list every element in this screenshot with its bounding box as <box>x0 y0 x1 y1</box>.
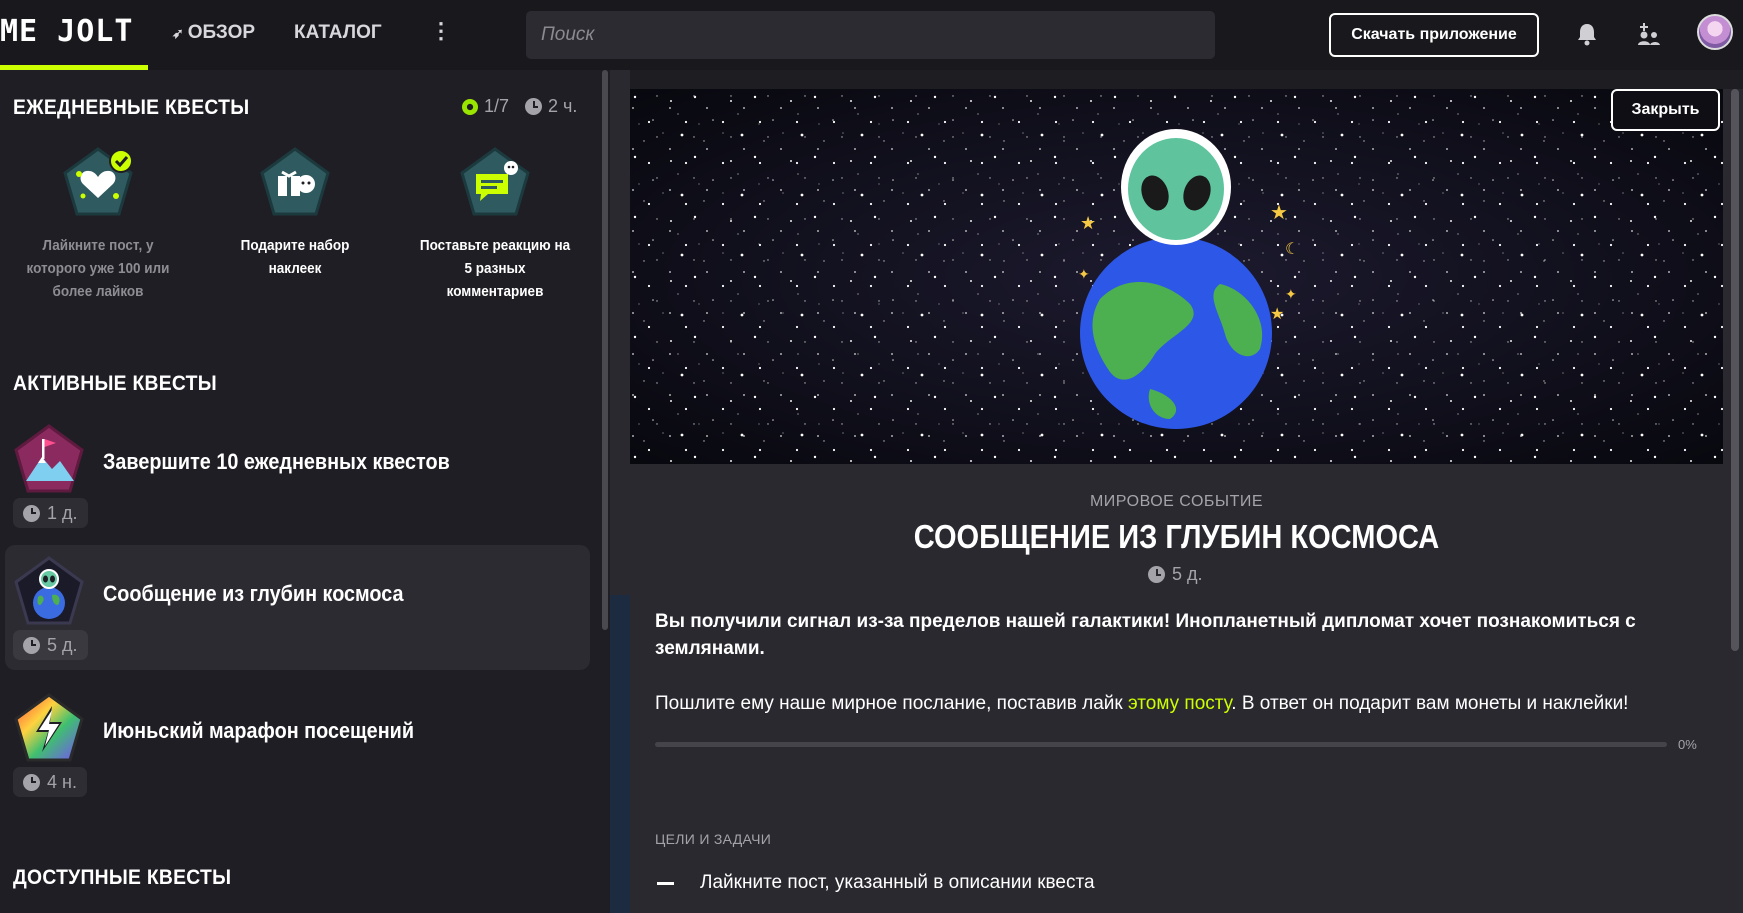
search-input[interactable] <box>526 11 1215 59</box>
daily-quests-heading: ЕЖЕДНЕВНЫЕ КВЕСТЫ <box>13 96 250 119</box>
active-quest-1-time: 1 д. <box>13 498 88 528</box>
goal-status-icon <box>657 882 674 885</box>
active-quest-1[interactable]: Завершите 10 ежедневных квестов 1 д. <box>5 413 590 538</box>
quest-description-text: Пошлите ему наше мирное послание, постав… <box>655 693 1129 714</box>
active-quest-3[interactable]: Июньский марафон посещений 4 н. <box>5 682 590 807</box>
more-menu-icon[interactable]: ⋮ <box>430 20 452 42</box>
lightning-bolt-icon <box>12 692 86 766</box>
daily-quest-1-text: Лайкните пост, у которого уже 100 или бо… <box>26 237 170 300</box>
background-feed-card <box>610 595 630 913</box>
nav-overview[interactable]: ➶ ОБЗОР <box>172 22 255 44</box>
active-quests-heading: АКТИВНЫЕ КВЕСТЫ <box>13 372 217 395</box>
mountain-flag-icon <box>12 423 86 497</box>
quest-title: СООБЩЕНИЕ ИЗ ГЛУБИН КОСМОСА <box>913 518 1440 555</box>
clock-icon <box>23 636 40 654</box>
clock-icon <box>525 98 542 115</box>
top-bar: ME JOLT ➶ОБЗОР КАТАЛОГ ⋮ Скачать приложе… <box>0 0 1743 70</box>
nav-overview-label: ОБЗОР <box>187 22 256 43</box>
logo[interactable]: ME JOLT <box>0 14 135 54</box>
active-quest-2[interactable]: Сообщение из глубин космоса 5 д. <box>5 545 590 670</box>
active-quest-3-title: Июньский марафон посещений <box>103 718 415 743</box>
active-quest-2-title: Сообщение из глубин космоса <box>103 581 404 606</box>
modal-scrollbar[interactable] <box>1731 89 1739 651</box>
svg-text:☾: ☾ <box>1285 239 1299 258</box>
post-link[interactable]: этому посту <box>1128 693 1231 714</box>
svg-text:★: ★ <box>1270 200 1288 224</box>
nav-catalog[interactable]: КАТАЛОГ <box>294 22 382 44</box>
daily-quest-3-text: Поставьте реакцию на 5 разных комментари… <box>419 237 571 300</box>
sidebar-scrollbar[interactable] <box>602 70 608 630</box>
active-quest-1-title: Завершите 10 ежедневных квестов <box>103 449 450 474</box>
active-quest-3-time-value: 4 н. <box>47 771 77 792</box>
daily-progress-value: 1/7 <box>484 96 510 116</box>
user-avatar[interactable] <box>1697 14 1733 50</box>
clock-icon <box>1148 566 1165 583</box>
gift-quest-icon <box>258 146 332 220</box>
active-quest-2-time: 5 д. <box>13 630 88 660</box>
event-type-label: МИРОВОЕ СОБЫТИЕ <box>1089 493 1264 510</box>
rocket-icon: ➶ <box>172 25 184 41</box>
daily-quest-2[interactable]: Подарите набор наклеек <box>210 140 380 280</box>
quest-time-value: 5 д. <box>1172 564 1203 584</box>
active-quest-1-time-value: 1 д. <box>47 502 78 523</box>
svg-text:★: ★ <box>1080 213 1096 234</box>
active-quest-3-time: 4 н. <box>13 767 87 797</box>
friend-requests-icon[interactable] <box>1635 22 1661 46</box>
daily-quest-1[interactable]: Лайкните пост, у которого уже 100 или бо… <box>13 140 183 303</box>
daily-quest-3[interactable]: Поставьте реакцию на 5 разных комментари… <box>410 140 580 303</box>
bell-icon[interactable] <box>1576 22 1598 46</box>
close-button[interactable]: Закрыть <box>1611 89 1720 131</box>
goals-heading: ЦЕЛИ И ЗАДАЧИ <box>655 831 772 847</box>
reaction-quest-icon <box>458 146 532 220</box>
clock-icon <box>23 504 40 522</box>
quest-description: Пошлите ему наше мирное послание, постав… <box>655 690 1715 717</box>
alien-earth-icon <box>12 555 86 629</box>
svg-text:✦: ✦ <box>1285 287 1297 303</box>
clock-icon <box>23 773 40 791</box>
quest-banner-image: ★ ★ ☾ ✦ ✦ ★ <box>630 89 1723 464</box>
active-quest-2-time-value: 5 д. <box>47 634 78 655</box>
daily-time-value: 2 ч. <box>548 96 578 116</box>
daily-quest-2-text: Подарите набор наклеек <box>240 237 350 277</box>
heart-quest-icon <box>61 146 135 220</box>
quest-progress-bar <box>655 742 1667 747</box>
available-quests-heading: ДОСТУПНЫЕ КВЕСТЫ <box>13 866 232 889</box>
daily-time-left: 2 ч. <box>525 96 577 117</box>
download-app-button[interactable]: Скачать приложение <box>1329 13 1539 57</box>
coin-icon <box>462 98 478 115</box>
svg-text:★: ★ <box>1270 304 1284 323</box>
goal-item: Лайкните пост, указанный в описании квес… <box>700 872 1095 893</box>
quest-description-text-end: . В ответ он подарит вам монеты и наклей… <box>1231 693 1629 714</box>
quest-description-intro: Вы получили сигнал из-за пределов нашей … <box>655 611 1636 659</box>
daily-progress: 1/7 <box>462 96 509 117</box>
quest-time-left: 5 д. <box>1148 564 1203 585</box>
svg-text:✦: ✦ <box>1078 267 1090 283</box>
quest-progress-percent: 0% <box>1678 737 1697 752</box>
